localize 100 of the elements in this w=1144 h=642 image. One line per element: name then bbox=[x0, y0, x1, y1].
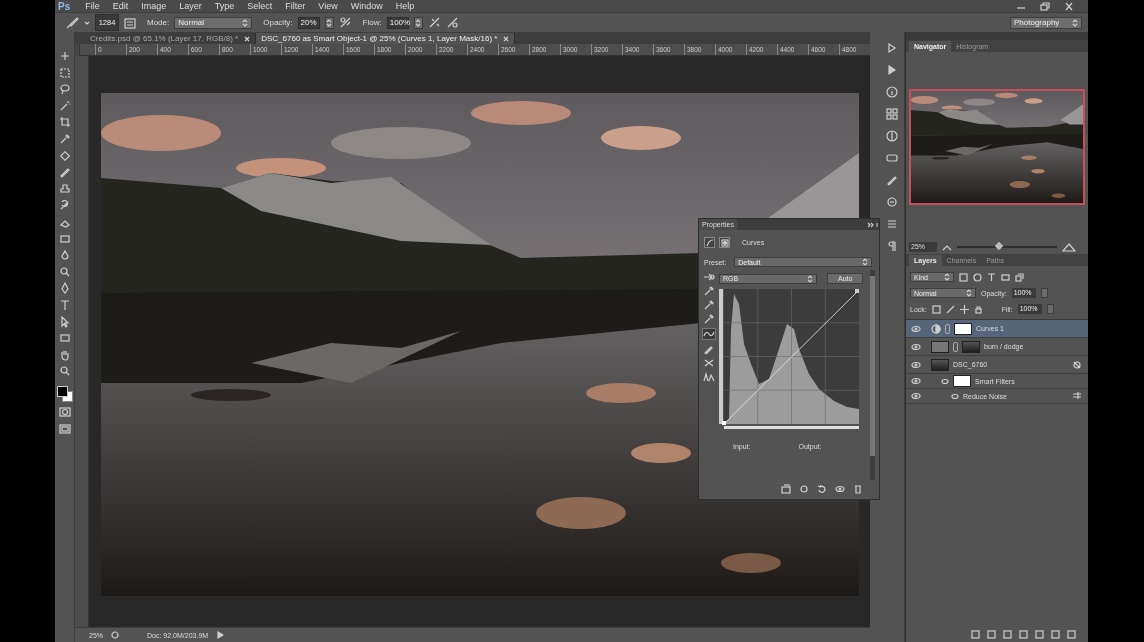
status-info-icon[interactable] bbox=[111, 631, 119, 639]
eye-icon[interactable] bbox=[911, 392, 921, 400]
eye-icon[interactable] bbox=[911, 377, 921, 385]
marquee-tool-icon[interactable] bbox=[58, 66, 71, 79]
color-swatches-icon[interactable] bbox=[56, 385, 73, 402]
menu-item[interactable]: View bbox=[317, 1, 339, 11]
eyedropper-icon[interactable] bbox=[704, 300, 714, 310]
rectangle-shape-icon[interactable] bbox=[58, 332, 71, 345]
lasso-tool-icon[interactable] bbox=[58, 83, 71, 96]
styles-icon[interactable] bbox=[886, 152, 898, 164]
zoom-out-mountain-icon[interactable] bbox=[942, 243, 952, 251]
panel-menu-icon[interactable] bbox=[867, 221, 879, 228]
caret-icon bbox=[862, 258, 869, 266]
opacity-label: Opacity: bbox=[263, 18, 293, 27]
scrollbar[interactable] bbox=[870, 270, 875, 480]
filter-effects-icon bbox=[1072, 359, 1082, 370]
eyedropper-icon[interactable] bbox=[704, 314, 714, 324]
pressure-size-icon[interactable] bbox=[445, 16, 459, 29]
menu-item[interactable]: Help bbox=[394, 1, 416, 11]
tool-presets-icon[interactable] bbox=[886, 218, 898, 230]
clip-to-layer-icon[interactable] bbox=[781, 484, 791, 494]
history-brush-icon[interactable] bbox=[58, 199, 71, 212]
pressure-opacity-icon[interactable] bbox=[338, 16, 352, 29]
close-icon[interactable] bbox=[503, 35, 510, 42]
target-adjust-icon[interactable] bbox=[703, 271, 715, 282]
eye-icon[interactable] bbox=[911, 324, 921, 333]
mask-button[interactable] bbox=[719, 237, 730, 248]
view-previous-icon[interactable] bbox=[799, 484, 809, 494]
play-arrow-icon[interactable] bbox=[216, 631, 225, 639]
swatches-icon[interactable] bbox=[886, 108, 898, 120]
crop-tool-icon[interactable] bbox=[58, 116, 71, 129]
smart-object-filter-icon[interactable] bbox=[1015, 272, 1024, 282]
info-icon[interactable] bbox=[886, 86, 898, 98]
menu-item[interactable]: File bbox=[84, 1, 101, 11]
smooth-icon[interactable] bbox=[704, 358, 714, 368]
close-icon[interactable] bbox=[244, 35, 251, 42]
brush-icon[interactable] bbox=[58, 166, 71, 179]
restore-icon[interactable] bbox=[1040, 1, 1050, 11]
actions-icon[interactable] bbox=[886, 64, 898, 76]
pixel-filter-icon[interactable] bbox=[959, 272, 968, 282]
curves-adjustment-button[interactable] bbox=[704, 237, 715, 248]
brush-presets-icon[interactable] bbox=[886, 174, 898, 186]
menu-item[interactable]: Edit bbox=[111, 1, 130, 11]
quick-mask-icon[interactable] bbox=[58, 406, 71, 419]
lock-transparency-icon[interactable] bbox=[931, 304, 941, 314]
lock-position-icon[interactable] bbox=[959, 304, 969, 314]
type-filter-icon[interactable] bbox=[987, 272, 996, 282]
screen-mode-icon[interactable] bbox=[58, 423, 71, 436]
opacity-field[interactable]: 20% bbox=[297, 16, 320, 29]
menu-item[interactable]: Filter bbox=[284, 1, 307, 11]
flow-label: Flow: bbox=[362, 18, 382, 27]
menu-item[interactable]: Select bbox=[246, 1, 274, 11]
shape-filter-icon[interactable] bbox=[1001, 272, 1010, 282]
caret-icon bbox=[944, 273, 950, 281]
blur-drop-icon[interactable] bbox=[58, 249, 71, 262]
mode-dropdown[interactable]: Normal bbox=[174, 16, 253, 29]
eye-icon[interactable] bbox=[911, 360, 921, 369]
reset-icon[interactable] bbox=[817, 484, 827, 494]
mode-label: Mode: bbox=[147, 18, 170, 27]
zoom-icon[interactable] bbox=[58, 365, 71, 378]
caret-icon[interactable] bbox=[84, 19, 90, 26]
lock-pixels-icon[interactable] bbox=[945, 304, 955, 314]
brush-icon[interactable] bbox=[65, 15, 79, 30]
layer-mask-thumbnail bbox=[962, 340, 980, 353]
eye-icon[interactable] bbox=[835, 484, 845, 494]
menu-item[interactable]: Image bbox=[140, 1, 168, 11]
caret-icon bbox=[1072, 18, 1078, 27]
eyedropper-icon[interactable] bbox=[58, 132, 71, 145]
close-icon[interactable] bbox=[1064, 1, 1074, 11]
opacity-stepper[interactable] bbox=[324, 16, 334, 29]
stamp-icon[interactable] bbox=[58, 182, 71, 195]
eye-icon[interactable] bbox=[911, 342, 921, 351]
paragraph-icon[interactable] bbox=[886, 240, 898, 252]
menu-item[interactable]: Window bbox=[349, 1, 384, 11]
layer-thumbnail bbox=[931, 358, 949, 371]
pencil-icon[interactable] bbox=[704, 344, 714, 354]
path-select-icon[interactable] bbox=[58, 315, 71, 328]
adjustments-icon[interactable] bbox=[886, 130, 898, 142]
flow-field[interactable]: 100% bbox=[386, 16, 409, 29]
zoom-slider-thumb[interactable] bbox=[994, 241, 1004, 251]
layer-thumbnail bbox=[931, 340, 949, 353]
menu-item[interactable]: Layer bbox=[178, 1, 203, 11]
workspace-dropdown[interactable]: Photography bbox=[1010, 16, 1082, 29]
move-tool-icon[interactable] bbox=[58, 50, 71, 62]
app-logo: Ps bbox=[58, 0, 71, 12]
zoom-in-mountain-icon[interactable] bbox=[1062, 242, 1076, 252]
curve-point-tool[interactable] bbox=[702, 328, 716, 340]
lock-all-icon[interactable] bbox=[973, 304, 983, 314]
flow-stepper[interactable] bbox=[413, 16, 423, 29]
caret-icon bbox=[326, 18, 333, 27]
magic-wand-icon[interactable] bbox=[58, 99, 71, 112]
adjustment-filter-icon[interactable] bbox=[973, 272, 982, 282]
blending-options-icon bbox=[1072, 391, 1082, 401]
history-icon[interactable] bbox=[886, 42, 898, 54]
menu-item[interactable]: Type bbox=[213, 1, 236, 11]
caret-icon bbox=[807, 274, 813, 283]
type-tool-icon[interactable] bbox=[58, 298, 71, 311]
brush-panel-icon[interactable] bbox=[124, 16, 136, 29]
hand-icon[interactable] bbox=[58, 348, 71, 361]
eyedropper-icon[interactable] bbox=[704, 286, 714, 296]
